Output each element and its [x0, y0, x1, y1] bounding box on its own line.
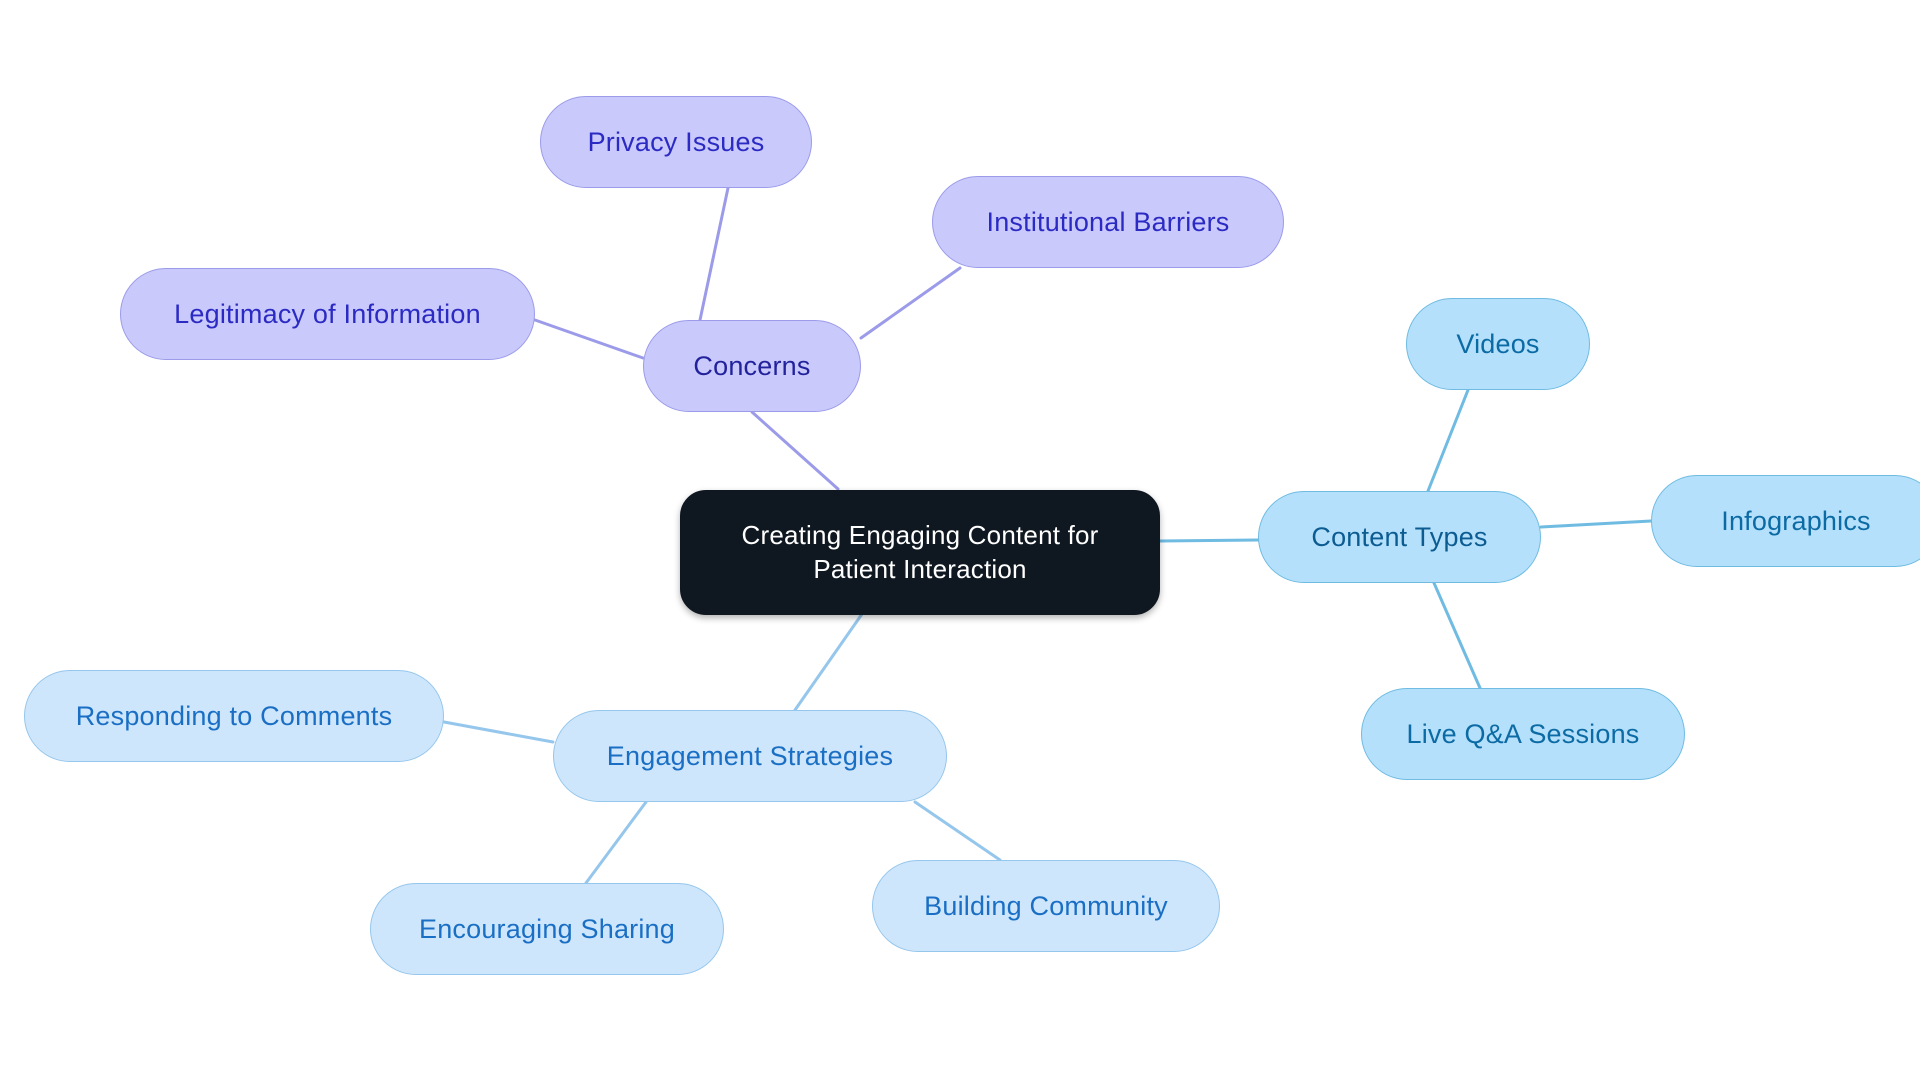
mindmap-leaf-node-infographics[interactable]: Infographics: [1651, 475, 1920, 567]
mindmap-leaf-node-privacy-issues[interactable]: Privacy Issues: [540, 96, 812, 188]
mindmap-leaf-node-responding-to-comments[interactable]: Responding to Comments: [24, 670, 444, 762]
mindmap-leaf-node-live-qa-sessions[interactable]: Live Q&A Sessions: [1361, 688, 1685, 780]
mindmap-leaf-node-institutional-barriers[interactable]: Institutional Barriers: [932, 176, 1284, 268]
connector-line: [698, 186, 730, 322]
connector-line: [859, 266, 962, 340]
connector-line: [1432, 581, 1482, 690]
connector-line: [1158, 538, 1260, 543]
connector-line: [793, 612, 864, 712]
connector-line: [1539, 519, 1653, 529]
mindmap-leaf-node-building-community[interactable]: Building Community: [872, 860, 1220, 952]
mindmap-branch-node-engagement-strategies[interactable]: Engagement Strategies: [553, 710, 947, 802]
connector-line: [750, 410, 840, 491]
mindmap-leaf-node-legitimacy-of-information[interactable]: Legitimacy of Information: [120, 268, 535, 360]
mindmap-branch-node-content-types[interactable]: Content Types: [1258, 491, 1541, 583]
mindmap-leaf-node-encouraging-sharing[interactable]: Encouraging Sharing: [370, 883, 724, 975]
connector-line: [442, 720, 555, 744]
connector-line: [1426, 388, 1470, 493]
mindmap-branch-node-concerns[interactable]: Concerns: [643, 320, 861, 412]
connector-line: [584, 800, 648, 885]
mindmap-canvas: Creating Engaging Content for Patient In…: [0, 0, 1920, 1083]
mindmap-leaf-node-videos[interactable]: Videos: [1406, 298, 1590, 390]
connector-line: [913, 800, 1002, 862]
mindmap-root-node[interactable]: Creating Engaging Content for Patient In…: [680, 490, 1160, 615]
connector-line: [533, 318, 645, 360]
